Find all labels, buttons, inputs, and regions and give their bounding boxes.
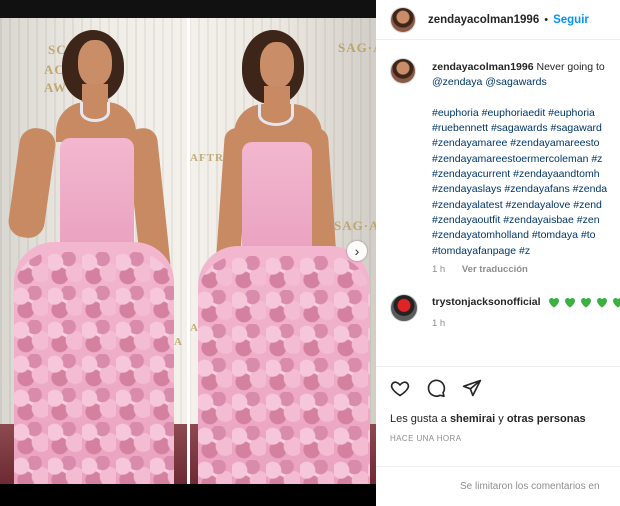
green-heart-icon: [580, 297, 592, 308]
caption-body: Never going to: [533, 61, 605, 73]
likes-suffix: y: [495, 413, 507, 425]
likes-prefix: Les gusta a: [390, 413, 450, 425]
media-top-bar: [0, 0, 376, 18]
green-heart-icon: [596, 297, 608, 308]
post-side-panel: zendayacolman1996 • Seguir zendayacolman…: [376, 0, 620, 506]
caption-hashtag-line[interactable]: #tomdayafanpage #z: [432, 244, 620, 259]
share-icon[interactable]: [462, 378, 482, 398]
post-photo[interactable]: SCR ACT AW SAG·A AFTRA SAG·A AFTRA AFTRA: [0, 18, 376, 484]
caption-hashtag-line[interactable]: #zendayacurrent #zendayaandtomh: [432, 167, 620, 182]
commenter-avatar[interactable]: [390, 294, 418, 322]
follow-button[interactable]: Seguir: [553, 14, 589, 26]
green-hearts: [548, 297, 620, 308]
necklace: [258, 104, 294, 126]
caption-lines: @zendaya @sagawards #euphoria #euphoriae…: [432, 75, 620, 259]
caption-hashtag-line[interactable]: #zendayamareestoermercoleman #z: [432, 152, 620, 167]
left-arm: [6, 126, 58, 240]
other-likers-link[interactable]: otras personas: [507, 413, 586, 425]
liker-username[interactable]: shemirai: [450, 413, 495, 425]
author-username[interactable]: zendayacolman1996: [428, 14, 539, 26]
comments-limited-text: Se limitaron los comentarios en: [460, 481, 600, 492]
comment-icon[interactable]: [426, 378, 446, 398]
caption-hashtag-line[interactable]: #zendayamaree #zendayamareesto: [432, 136, 620, 151]
neck: [264, 86, 290, 106]
comments-section: zendayacolman1996 Never going to @zenday…: [376, 40, 620, 366]
next-image-button[interactable]: ›: [347, 241, 367, 261]
comment-time: 1 h: [432, 318, 446, 329]
caption-username[interactable]: zendayacolman1996: [432, 61, 534, 73]
green-heart-icon: [548, 297, 560, 308]
comments-limited-notice: Se limitaron los comentarios en: [376, 466, 620, 506]
necklace: [80, 102, 110, 122]
rose-appliques: [198, 256, 370, 484]
dress-bodice: [60, 138, 134, 248]
caption-hashtag-line[interactable]: #zendayatomholland #tomdaya #to: [432, 228, 620, 243]
green-heart-icon: [612, 297, 620, 308]
chevron-right-icon: ›: [354, 243, 360, 259]
see-translation-button[interactable]: Ver traducción: [462, 264, 528, 275]
caption-hashtag-line[interactable]: #euphoria #euphoriaedit #euphoria: [432, 106, 620, 121]
post-header: zendayacolman1996 • Seguir: [376, 0, 620, 40]
caption-hashtag-line[interactable]: #ruebennett #sagawards #sagaward: [432, 121, 620, 136]
caption-hashtag-line[interactable]: #zendayalatest #zendayalove #zend: [432, 198, 620, 213]
green-heart-icon: [564, 297, 576, 308]
caption-hashtag-line[interactable]: #zendayaslays #zendayafans #zenda: [432, 182, 620, 197]
caption-meta: 1 h Ver traducción: [432, 264, 528, 275]
caption-text: zendayacolman1996 Never going to @zenday…: [432, 60, 620, 259]
post-timestamp: HACE UNA HORA: [390, 434, 462, 443]
caption-avatar[interactable]: [390, 58, 416, 84]
caption-time: 1 h: [432, 264, 446, 275]
commenter-username[interactable]: trystonjacksonofficial: [432, 296, 541, 308]
rose-appliques: [14, 252, 174, 484]
post-media: SCR ACT AW SAG·A AFTRA SAG·A AFTRA AFTRA: [0, 0, 376, 506]
instagram-post-modal: SCR ACT AW SAG·A AFTRA SAG·A AFTRA AFTRA: [0, 0, 620, 506]
caption-hashtag-line[interactable]: #zendayaoutfit #zendayaisbae #zen: [432, 213, 620, 228]
like-icon[interactable]: [390, 378, 410, 398]
author-avatar[interactable]: [390, 6, 416, 33]
action-icons: [390, 378, 482, 398]
face: [260, 42, 294, 88]
header-separator: •: [544, 13, 549, 26]
caption-hashtag-line[interactable]: @zendaya @sagawards: [432, 75, 620, 90]
likes-summary: Les gusta a shemirai y otras personas: [390, 413, 586, 425]
comment-text: trystonjacksonofficial: [432, 296, 620, 308]
dress-bodice: [242, 142, 312, 252]
person-left: [0, 18, 187, 484]
face: [78, 40, 112, 86]
